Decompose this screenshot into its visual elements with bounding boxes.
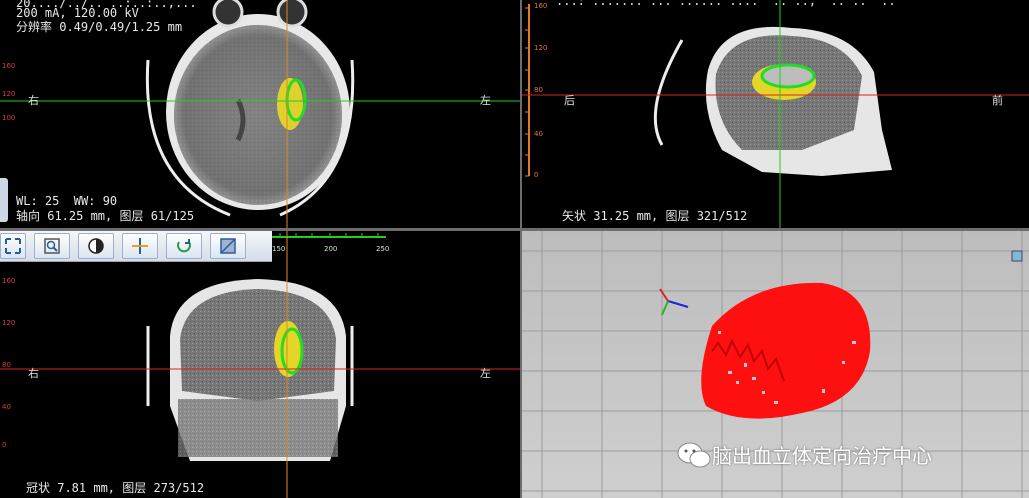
watermark-text: 脑出血立体定向治疗中心 bbox=[712, 444, 932, 468]
image-icon bbox=[220, 238, 236, 254]
3d-view[interactable]: 脑出血立体定向治疗中心 bbox=[522, 231, 1029, 498]
sagittal-ruler-40: 40 bbox=[534, 130, 543, 138]
coronal-ruler-40: 40 bbox=[2, 403, 11, 411]
window-level-button[interactable] bbox=[78, 233, 114, 259]
coronal-top-ruler-150: 150 bbox=[272, 245, 286, 253]
coronal-position: 冠状 7.81 mm, 图层 273/512 bbox=[26, 481, 205, 495]
sagittal-dir-left: 后 bbox=[564, 94, 575, 107]
coronal-ruler-120: 120 bbox=[2, 319, 16, 327]
coronal-ruler-160: 160 bbox=[2, 277, 16, 285]
coronal-image bbox=[0, 231, 520, 498]
rotate-button[interactable] bbox=[166, 233, 202, 259]
contrast-icon bbox=[88, 238, 104, 254]
axial-dir-left: 右 bbox=[28, 94, 39, 107]
axial-info-line2: 200 mA, 120.00 kV bbox=[16, 6, 139, 20]
sagittal-ruler-120: 120 bbox=[534, 44, 548, 52]
axial-ruler-120: 120 bbox=[2, 90, 16, 98]
coronal-ruler-80: 80 bbox=[2, 361, 11, 369]
vertical-splitter[interactable] bbox=[520, 0, 522, 498]
axial-dir-right: 左 bbox=[480, 94, 491, 107]
expand-icon bbox=[5, 238, 21, 254]
watermark: 脑出血立体定向治疗中心 bbox=[676, 440, 932, 469]
rotate-icon bbox=[177, 239, 191, 253]
side-panel-handle[interactable] bbox=[0, 178, 8, 222]
view-toolbar bbox=[0, 231, 272, 262]
coronal-top-ruler-200: 200 bbox=[324, 245, 338, 253]
sagittal-ruler-0: 0 bbox=[534, 171, 539, 179]
axial-wl-ww: WL: 25 WW: 90 bbox=[16, 194, 118, 208]
sagittal-ruler-160: 160 bbox=[534, 2, 548, 10]
sagittal-view[interactable]: ...: ....... ... ...... .... .. .., .. .… bbox=[522, 0, 1029, 228]
zoom-icon bbox=[44, 238, 60, 254]
wechat-icon bbox=[677, 442, 711, 467]
coronal-top-ruler-250: 250 bbox=[376, 245, 390, 253]
sagittal-image bbox=[522, 0, 1029, 228]
coronal-dir-left: 右 bbox=[28, 367, 39, 380]
axial-position: 轴向 61.25 mm, 图层 61/125 bbox=[16, 209, 195, 223]
axial-view[interactable]: 20..../../.. ..:..:..,... 200 mA, 120.00… bbox=[0, 0, 520, 228]
sagittal-ruler-80: 80 bbox=[534, 86, 543, 94]
orientation-cube bbox=[1011, 250, 1023, 262]
axis-x bbox=[667, 300, 689, 308]
axial-ruler-160: 160 bbox=[2, 62, 16, 70]
crosshair-button[interactable] bbox=[122, 233, 158, 259]
sagittal-position: 矢状 31.25 mm, 图层 321/512 bbox=[562, 209, 748, 223]
sagittal-info-line1: ...: ....... ... ...... .... .. .., .. .… bbox=[556, 0, 896, 8]
sagittal-dir-right: 前 bbox=[992, 94, 1003, 107]
horizontal-splitter[interactable] bbox=[0, 228, 1029, 231]
axial-resolution: 分辨率 0.49/0.49/1.25 mm bbox=[16, 20, 183, 34]
screenshot-button[interactable] bbox=[210, 233, 246, 259]
coronal-view[interactable]: 150 200 250 160 120 80 40 0 右 左 冠状 7.81 … bbox=[0, 231, 520, 498]
axial-ruler-100: 100 bbox=[2, 114, 16, 122]
crosshair-icon bbox=[132, 238, 148, 254]
reset-view-button[interactable] bbox=[0, 233, 26, 259]
coronal-ruler-0: 0 bbox=[2, 441, 7, 449]
coronal-dir-right: 左 bbox=[480, 367, 491, 380]
axis-y bbox=[661, 300, 669, 316]
zoom-button[interactable] bbox=[34, 233, 70, 259]
